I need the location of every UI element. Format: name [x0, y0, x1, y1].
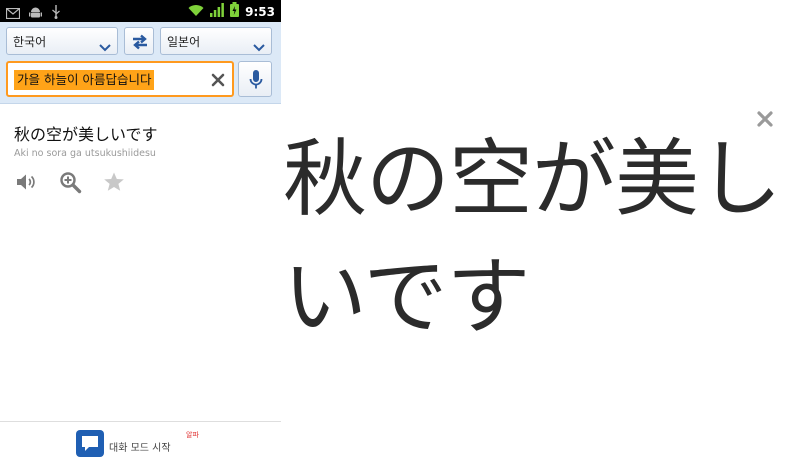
source-text-value: 가을 하늘이 아름답습니다: [14, 70, 155, 90]
swap-arrows-icon: [133, 34, 147, 50]
translation-result[interactable]: 秋の空が美しいです Aki no sora ga utsukushiidesu: [14, 124, 274, 159]
clear-icon[interactable]: [210, 72, 226, 88]
alpha-badge: 알파: [186, 431, 199, 439]
chat-bubble-icon: [76, 430, 104, 457]
zoom-icon[interactable]: [58, 170, 82, 194]
star-icon[interactable]: [102, 170, 126, 194]
result-actions: [14, 170, 126, 194]
source-language-label: 한국어: [13, 35, 47, 49]
translate-app-panel: 9:53 한국어 일본어 가을 하늘이 아름답습니다 秋の空が美しいです Aki…: [0, 0, 281, 464]
signal-icon: [210, 2, 225, 21]
romanization-text: Aki no sora ga utsukushiidesu: [14, 148, 156, 159]
fullscreen-translation-view: 秋の空が美しいです: [281, 0, 800, 464]
speaker-icon[interactable]: [14, 170, 38, 194]
battery-icon: [230, 2, 240, 21]
fullscreen-text: 秋の空が美しいです: [283, 130, 782, 346]
microphone-icon: [249, 70, 263, 89]
usb-icon: [51, 4, 61, 23]
android-icon: [29, 4, 42, 23]
conversation-mode-bar[interactable]: 대화 모드 시작 알파: [0, 421, 281, 464]
voice-input-button[interactable]: [238, 61, 272, 97]
conversation-mode-label: 대화 모드 시작: [109, 443, 171, 454]
translation-text: 秋の空が美しいです: [14, 125, 158, 144]
chevron-down-icon: [253, 37, 265, 56]
source-text-input[interactable]: 가을 하늘이 아름답습니다: [6, 61, 234, 97]
target-language-select[interactable]: 일본어: [160, 27, 272, 55]
chevron-down-icon: [99, 37, 111, 56]
wifi-icon: [188, 2, 204, 21]
status-bar-right: 9:53: [188, 2, 275, 21]
target-language-label: 일본어: [167, 35, 201, 49]
mail-icon: [5, 4, 21, 23]
status-time: 9:53: [245, 4, 275, 19]
translate-toolbar: 한국어 일본어 가을 하늘이 아름답습니다: [0, 22, 281, 104]
source-language-select[interactable]: 한국어: [6, 27, 118, 55]
swap-languages-button[interactable]: [124, 27, 154, 55]
status-bar: 9:53: [0, 0, 281, 22]
status-bar-left: [5, 4, 61, 23]
